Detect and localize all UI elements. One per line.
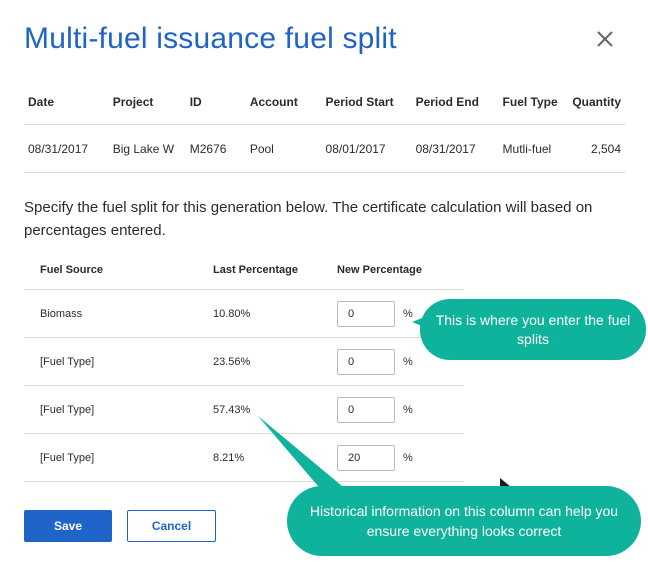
header-date: Date	[24, 80, 109, 125]
cell-id: M2676	[185, 124, 246, 173]
last-percentage-cell: 8.21%	[197, 433, 321, 482]
percent-sign: %	[403, 355, 413, 368]
percent-sign: %	[403, 451, 413, 464]
header-project: Project	[108, 80, 186, 125]
issuance-info-table: Date Project ID Account Period Start Per…	[24, 80, 625, 173]
new-percentage-cell: %	[321, 385, 464, 434]
cell-period-start: 08/01/2017	[321, 124, 412, 173]
header-last-percentage: Last Percentage	[197, 250, 321, 290]
instructions-text: Specify the fuel split for this generati…	[24, 199, 593, 239]
info-header-row: Date Project ID Account Period Start Per…	[24, 80, 625, 125]
header-period-start: Period Start	[321, 80, 412, 125]
header-id: ID	[185, 80, 246, 125]
fuel-source-cell: Biomass	[24, 289, 197, 338]
percent-sign: %	[403, 307, 413, 320]
new-percentage-input[interactable]	[337, 300, 395, 327]
cell-period-end: 08/31/2017	[411, 124, 499, 173]
cell-quantity: 2,504	[568, 124, 625, 173]
table-row: 08/31/2017 Big Lake W M2676 Pool 08/01/2…	[24, 124, 625, 173]
cell-project: Big Lake W	[108, 124, 186, 173]
fuel-source-cell: [Fuel Type]	[24, 385, 197, 434]
new-percentage-cell: %	[321, 433, 464, 482]
new-percentage-input[interactable]	[337, 348, 395, 375]
percent-sign: %	[403, 403, 413, 416]
close-icon[interactable]	[594, 28, 616, 50]
header-fuel-type: Fuel Type	[498, 80, 569, 125]
header-new-percentage: New Percentage	[321, 250, 464, 290]
table-row: [Fuel Type] 8.21% %	[24, 433, 464, 482]
new-percentage-input[interactable]	[337, 396, 395, 423]
split-header-row: Fuel Source Last Percentage New Percenta…	[24, 250, 464, 290]
table-row: [Fuel Type] 57.43% %	[24, 385, 464, 434]
new-percentage-input[interactable]	[337, 444, 395, 471]
cell-date: 08/31/2017	[24, 124, 109, 173]
fuel-source-cell: [Fuel Type]	[24, 433, 197, 482]
table-row: Biomass 10.80% %	[24, 289, 464, 338]
last-percentage-cell: 10.80%	[197, 289, 321, 338]
header-quantity: Quantity	[568, 80, 625, 125]
fuel-split-table: Fuel Source Last Percentage New Percenta…	[24, 250, 464, 482]
callout-history: Historical information on this column ca…	[287, 486, 641, 556]
header-account: Account	[245, 80, 322, 125]
dialog-title: Multi-fuel issuance fuel split	[24, 22, 397, 55]
header-fuel-source: Fuel Source	[24, 250, 197, 290]
header-period-end: Period End	[411, 80, 499, 125]
last-percentage-cell: 23.56%	[197, 337, 321, 386]
cell-fuel-type: Mutli-fuel	[498, 124, 569, 173]
cell-account: Pool	[245, 124, 322, 173]
fuel-source-cell: [Fuel Type]	[24, 337, 197, 386]
table-row: [Fuel Type] 23.56% %	[24, 337, 464, 386]
save-button[interactable]: Save	[24, 510, 112, 542]
cancel-button[interactable]: Cancel	[127, 510, 216, 542]
callout-entry: This is where you enter the fuel splits	[420, 299, 646, 360]
last-percentage-cell: 57.43%	[197, 385, 321, 434]
